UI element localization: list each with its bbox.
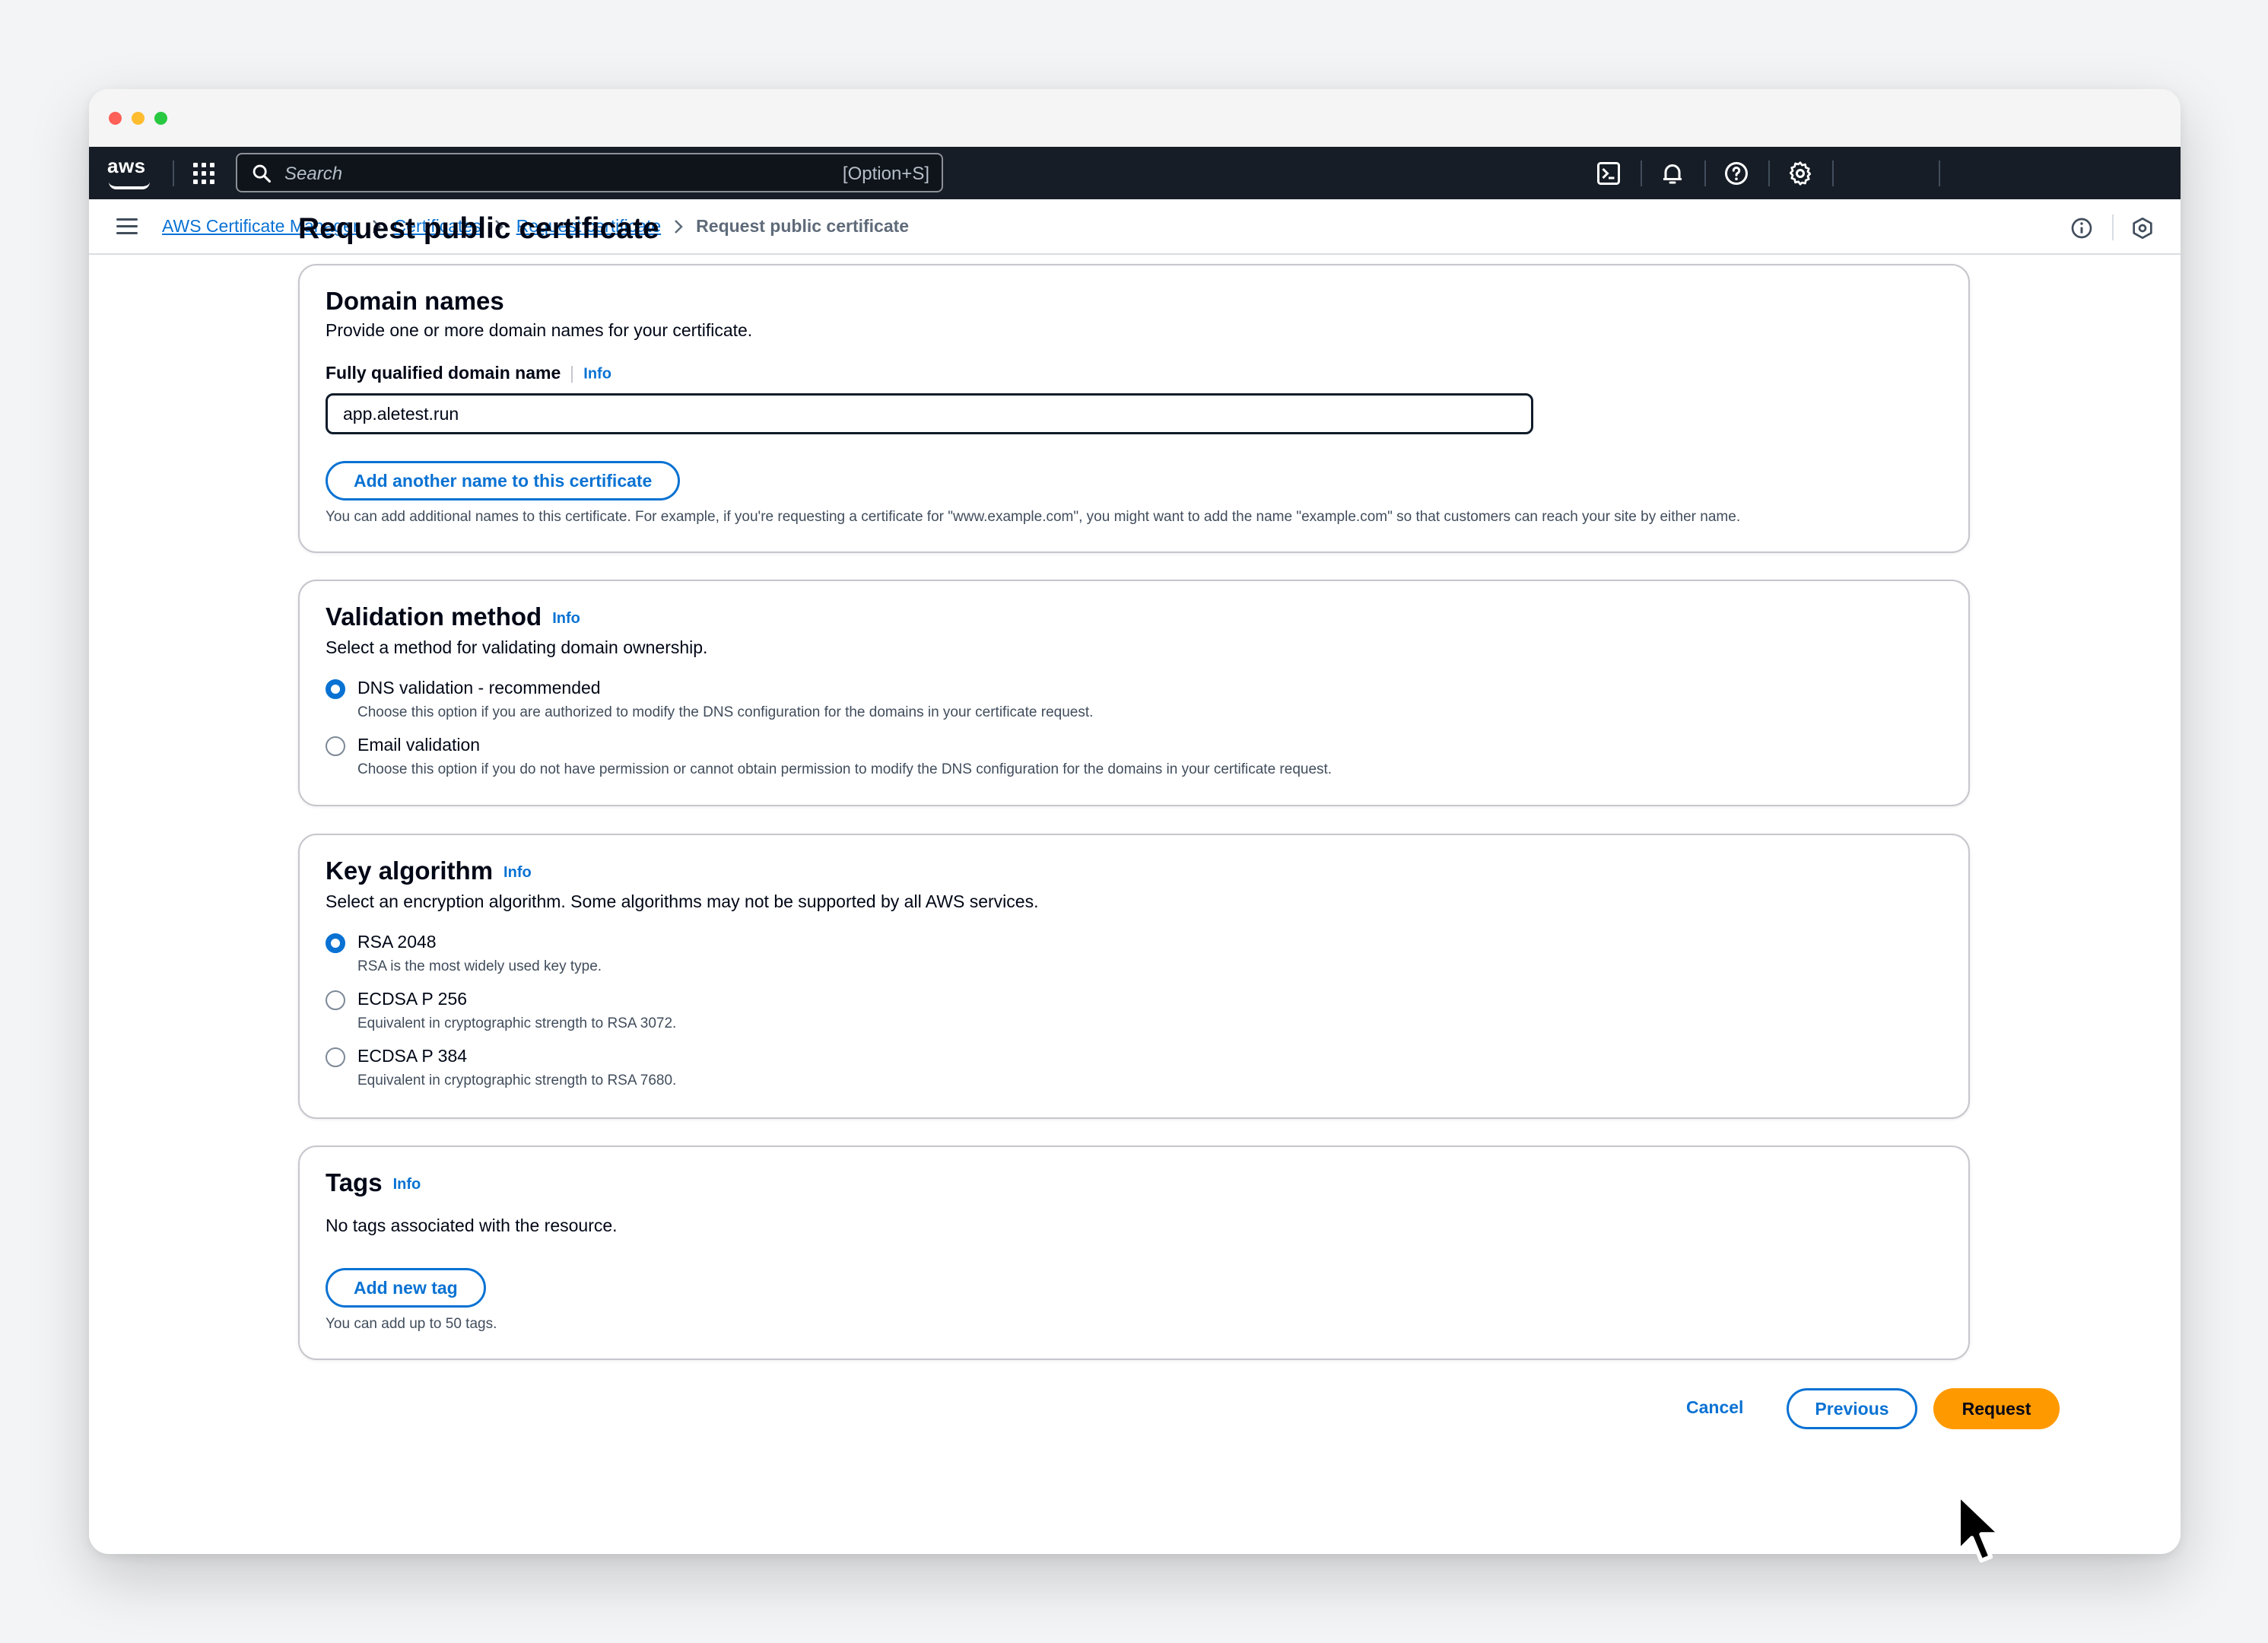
search-icon: [253, 164, 272, 183]
radio-label: Email validation: [357, 735, 481, 755]
add-another-name-button[interactable]: Add another name to this certificate: [326, 461, 681, 501]
close-window-button[interactable]: [109, 111, 122, 125]
key-algorithm-panel: Key algorithm Info Select an encryption a…: [298, 834, 1970, 1119]
radio-button[interactable]: [326, 736, 345, 756]
nav-divider: [1641, 160, 1642, 186]
radio-description: Equivalent in cryptographic strength to …: [357, 1073, 677, 1088]
tags-info-link[interactable]: Info: [393, 1176, 421, 1193]
search-placeholder: Search: [284, 164, 343, 184]
radio-button[interactable]: [326, 990, 345, 1010]
radio-ecdsa-p384[interactable]: ECDSA P 384 Equivalent in cryptographic …: [326, 1046, 676, 1089]
nav-divider: [1704, 160, 1706, 186]
chevron-right-icon: [673, 218, 684, 235]
fqdn-input[interactable]: app.aletest.run: [326, 393, 1533, 434]
breadcrumb-current: Request public certificate: [696, 216, 910, 236]
radio-description: Equivalent in cryptographic strength to …: [357, 1015, 677, 1031]
key-algorithm-title: Key algorithm: [326, 856, 494, 885]
add-new-tag-button[interactable]: Add new tag: [326, 1268, 486, 1308]
tags-description: No tags associated with the resource.: [326, 1216, 618, 1235]
top-navigation: aws Search [Option+S]: [89, 147, 2181, 199]
domain-names-panel: Domain names Provide one or more domain …: [298, 264, 1970, 553]
nav-divider: [1939, 160, 1940, 186]
browser-window: aws Search [Option+S] AWS Certificate Ma…: [89, 89, 2181, 1554]
validation-method-panel: Validation method Info Select a method fo…: [298, 580, 1970, 806]
tags-title: Tags: [326, 1168, 383, 1196]
validation-info-link[interactable]: Info: [552, 610, 580, 627]
radio-label: ECDSA P 384: [357, 1046, 468, 1066]
nav-divider: [1768, 160, 1770, 186]
key-algorithm-heading: Key algorithm Info: [326, 856, 532, 885]
nav-divider: [173, 160, 174, 186]
radio-email-validation[interactable]: Email validation Choose this option if y…: [326, 735, 1332, 778]
validation-method-heading: Validation method Info: [326, 602, 580, 631]
radio-label: DNS validation - recommended: [357, 678, 601, 698]
title-bar: [89, 89, 2181, 147]
search-shortcut: [Option+S]: [842, 164, 929, 184]
info-panel-icon[interactable]: [2069, 216, 2094, 240]
fqdn-label-text: Fully qualified domain name: [326, 363, 561, 383]
breadcrumb-divider: [2112, 215, 2114, 240]
cancel-button[interactable]: Cancel: [1686, 1397, 1743, 1418]
grid-icon[interactable]: [192, 162, 215, 185]
feedback-icon[interactable]: [2130, 216, 2155, 240]
radio-rsa-2048[interactable]: RSA 2048 RSA is the most widely used key…: [326, 932, 602, 975]
bell-icon[interactable]: [1659, 160, 1686, 187]
menu-icon[interactable]: [116, 218, 138, 235]
radio-button-selected[interactable]: [326, 933, 345, 953]
radio-button-selected[interactable]: [326, 679, 345, 699]
radio-description: Choose this option if you do not have pe…: [357, 761, 1333, 777]
search-input[interactable]: Search [Option+S]: [236, 153, 943, 192]
maximize-window-button[interactable]: [154, 111, 167, 125]
domain-names-hint: You can add additional names to this cer…: [326, 509, 1741, 525]
domain-names-description: Provide one or more domain names for you…: [326, 320, 753, 340]
fqdn-info-link[interactable]: Info: [583, 365, 611, 382]
request-button[interactable]: Request: [1933, 1388, 2060, 1429]
aws-logo[interactable]: aws: [107, 154, 146, 178]
help-icon[interactable]: [1723, 160, 1750, 187]
radio-ecdsa-p256[interactable]: ECDSA P 256 Equivalent in cryptographic …: [326, 989, 676, 1032]
page-title: Request public certificate: [298, 212, 659, 245]
key-algorithm-description: Select an encryption algorithm. Some alg…: [326, 891, 1039, 911]
previous-button[interactable]: Previous: [1787, 1388, 1917, 1429]
tags-heading: Tags Info: [326, 1168, 421, 1197]
radio-label: RSA 2048: [357, 932, 437, 952]
radio-button[interactable]: [326, 1047, 345, 1067]
validation-method-title: Validation method: [326, 602, 542, 631]
mouse-cursor-icon: [1956, 1492, 2003, 1563]
validation-description: Select a method for validating domain ow…: [326, 637, 708, 657]
aws-logo-smile: [109, 182, 150, 189]
key-algorithm-info-link[interactable]: Info: [503, 864, 532, 881]
radio-description: RSA is the most widely used key type.: [357, 958, 602, 974]
nav-divider: [1832, 160, 1834, 186]
minimize-window-button[interactable]: [132, 111, 145, 125]
settings-icon[interactable]: [1787, 160, 1814, 187]
tags-panel: Tags Info No tags associated with the res…: [298, 1146, 1970, 1360]
fqdn-label: Fully qualified domain name Info: [326, 363, 611, 383]
tags-hint: You can add up to 50 tags.: [326, 1316, 497, 1332]
radio-dns-validation[interactable]: DNS validation - recommended Choose this…: [326, 678, 1093, 721]
cloudshell-icon[interactable]: [1595, 160, 1622, 187]
radio-label: ECDSA P 256: [357, 989, 468, 1009]
domain-names-title: Domain names: [326, 287, 504, 315]
radio-description: Choose this option if you are authorized…: [357, 704, 1094, 720]
